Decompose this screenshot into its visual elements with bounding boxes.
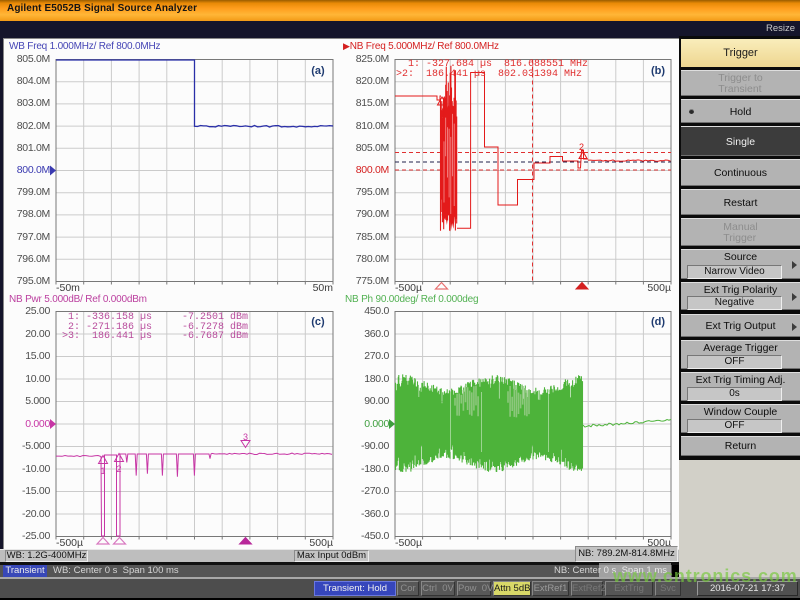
- svg-text:1: 1: [101, 466, 106, 476]
- svg-text:2: 2: [579, 142, 584, 152]
- svg-text:2: 2: [117, 464, 122, 474]
- svg-text:1: 1: [440, 109, 445, 119]
